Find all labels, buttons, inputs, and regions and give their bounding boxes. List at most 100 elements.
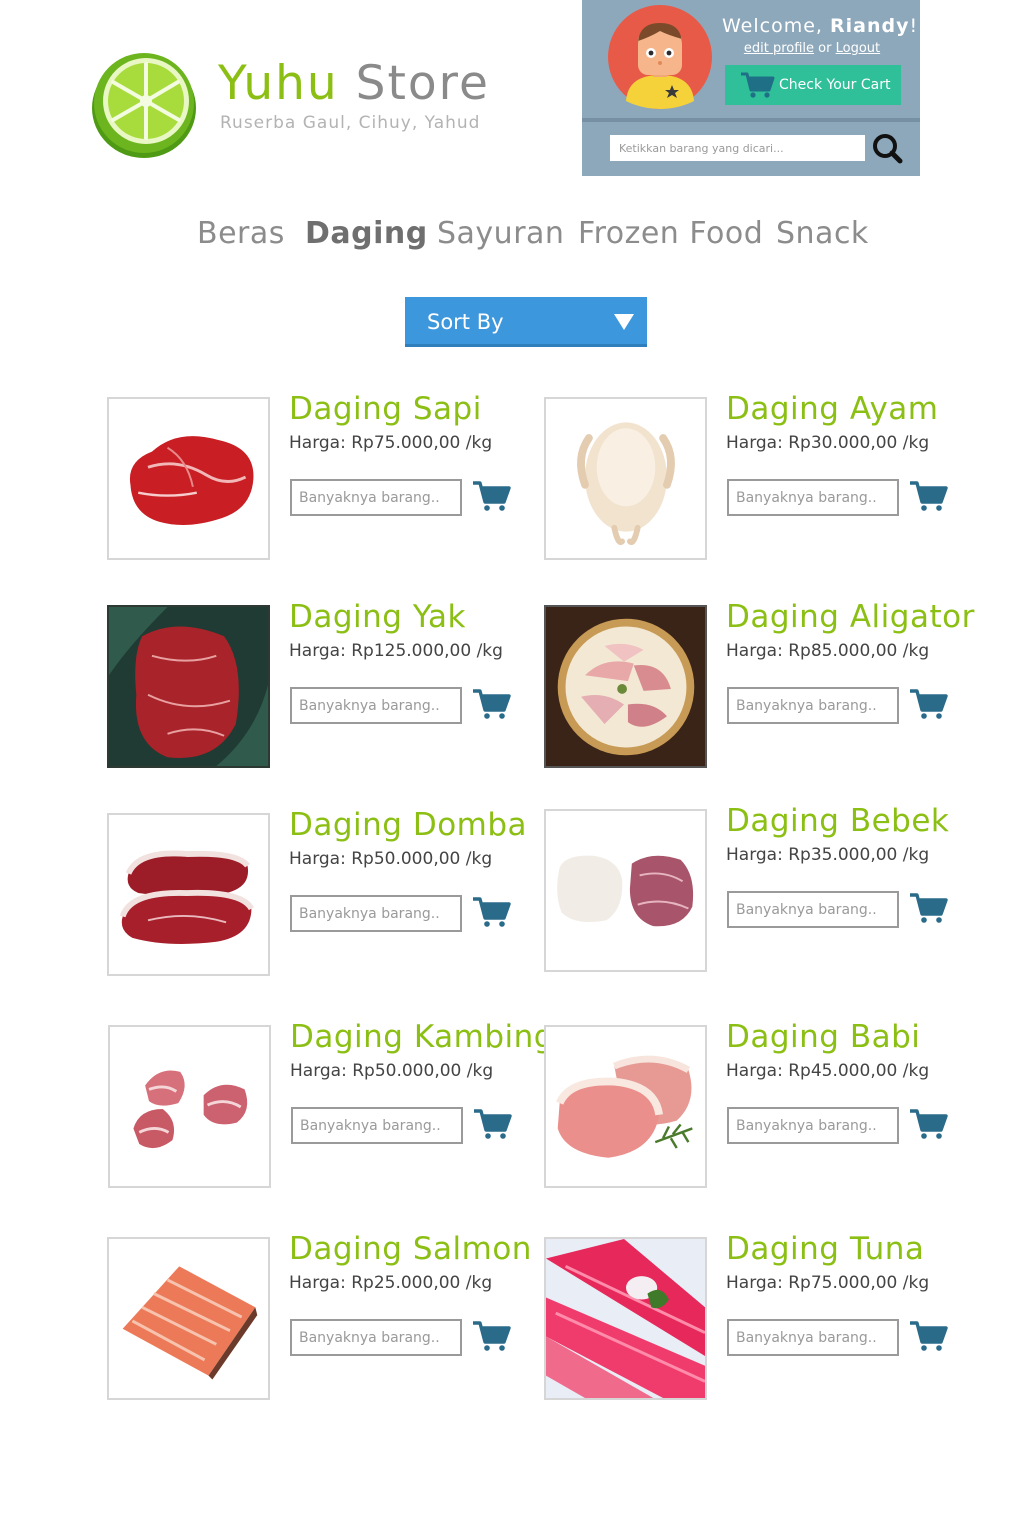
product-price: Harga: Rp30.000,00 /kg bbox=[726, 433, 930, 453]
lime-slice-icon[interactable] bbox=[88, 48, 200, 160]
store-name-part1: Yuhu bbox=[218, 56, 339, 111]
product-card: Daging Bebek Harga: Rp35.000,00 /kg bbox=[544, 803, 954, 979]
product-card: Daging Kambing Harga: Rp50.000,00 /kg bbox=[108, 1019, 553, 1195]
product-price: Harga: Rp45.000,00 /kg bbox=[726, 1061, 930, 1081]
beef-steak-image bbox=[129, 436, 254, 526]
add-to-cart-icon[interactable] bbox=[908, 1319, 948, 1353]
product-card: Daging Sapi Harga: Rp75.000,00 /kg bbox=[107, 391, 517, 567]
product-price: Harga: Rp25.000,00 /kg bbox=[289, 1273, 493, 1293]
product-image[interactable] bbox=[544, 1237, 707, 1400]
product-price: Harga: Rp75.000,00 /kg bbox=[289, 433, 493, 453]
welcome-message: Welcome, Riandy! bbox=[722, 15, 917, 37]
sort-label: Sort By bbox=[427, 310, 504, 334]
product-name[interactable]: Daging Babi bbox=[726, 1019, 920, 1055]
product-image[interactable] bbox=[107, 397, 270, 560]
add-to-cart-icon[interactable] bbox=[472, 1107, 512, 1141]
product-name[interactable]: Daging Domba bbox=[289, 807, 527, 843]
product-image[interactable] bbox=[544, 809, 707, 972]
product-card: Daging Babi Harga: Rp45.000,00 /kg bbox=[544, 1019, 954, 1195]
nav-item-frozen-food[interactable]: Frozen Food bbox=[578, 216, 763, 251]
logout-link[interactable]: Logout bbox=[836, 41, 881, 56]
goat-chunks-image bbox=[133, 1070, 248, 1149]
product-card: Daging Tuna Harga: Rp75.000,00 /kg bbox=[544, 1231, 954, 1407]
product-image[interactable] bbox=[107, 1237, 270, 1400]
product-card: Daging Salmon Harga: Rp25.000,00 /kg bbox=[107, 1231, 531, 1407]
nav-item-daging[interactable]: Daging bbox=[305, 216, 428, 251]
product-price: Harga: Rp50.000,00 /kg bbox=[289, 849, 493, 869]
store-name-part2: Store bbox=[355, 56, 490, 111]
product-name[interactable]: Daging Sapi bbox=[289, 391, 482, 427]
quantity-input[interactable] bbox=[290, 687, 462, 724]
panel-divider bbox=[582, 118, 920, 122]
product-name[interactable]: Daging Kambing bbox=[290, 1019, 554, 1055]
username: Riandy bbox=[830, 15, 910, 37]
quantity-input[interactable] bbox=[727, 1319, 899, 1356]
quantity-input[interactable] bbox=[727, 479, 899, 516]
product-name[interactable]: Daging Aligator bbox=[726, 599, 975, 635]
product-price: Harga: Rp35.000,00 /kg bbox=[726, 845, 930, 865]
store-name[interactable]: Yuhu Store bbox=[218, 60, 490, 107]
tuna-sashimi-image bbox=[546, 1239, 705, 1398]
or-text: or bbox=[814, 41, 836, 56]
sort-dropdown[interactable]: Sort By bbox=[405, 297, 647, 347]
add-to-cart-icon[interactable] bbox=[908, 1107, 948, 1141]
add-to-cart-icon[interactable] bbox=[908, 479, 948, 513]
add-to-cart-icon[interactable] bbox=[908, 687, 948, 721]
pork-chop-image bbox=[556, 1055, 693, 1158]
search-icon[interactable] bbox=[870, 131, 904, 165]
product-name[interactable]: Daging Salmon bbox=[289, 1231, 532, 1267]
product-image[interactable] bbox=[544, 605, 707, 768]
store-tagline: Ruserba Gaul, Cihuy, Yahud bbox=[220, 113, 481, 133]
profile-links: edit profile or Logout bbox=[722, 41, 902, 56]
whole-chicken-image bbox=[577, 422, 675, 545]
product-card: Daging Yak Harga: Rp125.000,00 /kg bbox=[107, 599, 517, 775]
add-to-cart-icon[interactable] bbox=[471, 479, 511, 513]
check-cart-button[interactable]: Check Your Cart bbox=[725, 65, 901, 105]
nav-item-beras[interactable]: Beras bbox=[197, 216, 285, 251]
yak-meat-image bbox=[109, 607, 268, 766]
product-name[interactable]: Daging Tuna bbox=[726, 1231, 924, 1267]
user-avatar-icon[interactable] bbox=[608, 5, 712, 109]
product-name[interactable]: Daging Bebek bbox=[726, 803, 949, 839]
product-image[interactable] bbox=[544, 397, 707, 560]
product-name[interactable]: Daging Yak bbox=[289, 599, 466, 635]
product-price: Harga: Rp75.000,00 /kg bbox=[726, 1273, 930, 1293]
user-panel: Welcome, Riandy! edit profile or Logout … bbox=[582, 0, 920, 176]
quantity-input[interactable] bbox=[727, 891, 899, 928]
add-to-cart-icon[interactable] bbox=[471, 895, 511, 929]
quantity-input[interactable] bbox=[291, 1107, 463, 1144]
welcome-prefix: Welcome, bbox=[722, 15, 830, 37]
quantity-input[interactable] bbox=[290, 895, 462, 932]
quantity-input[interactable] bbox=[290, 1319, 462, 1356]
product-card: Daging Aligator Harga: Rp85.000,00 /kg bbox=[544, 599, 974, 775]
quantity-input[interactable] bbox=[290, 479, 462, 516]
check-cart-label: Check Your Cart bbox=[779, 77, 891, 93]
caret-down-icon bbox=[614, 314, 634, 330]
category-nav: Beras Daging Sayuran Frozen Food Snack bbox=[0, 216, 1020, 256]
nav-item-snack[interactable]: Snack bbox=[776, 216, 869, 251]
add-to-cart-icon[interactable] bbox=[471, 1319, 511, 1353]
quantity-input[interactable] bbox=[727, 687, 899, 724]
lamb-steak-image bbox=[119, 850, 254, 945]
product-price: Harga: Rp125.000,00 /kg bbox=[289, 641, 503, 661]
nav-item-sayuran[interactable]: Sayuran bbox=[437, 216, 564, 251]
add-to-cart-icon[interactable] bbox=[471, 687, 511, 721]
product-card: Daging Ayam Harga: Rp30.000,00 /kg bbox=[544, 391, 954, 567]
product-image[interactable] bbox=[107, 605, 270, 768]
shopping-cart-icon bbox=[741, 72, 775, 98]
duck-meat-image bbox=[557, 855, 694, 927]
edit-profile-link[interactable]: edit profile bbox=[744, 41, 814, 56]
product-price: Harga: Rp85.000,00 /kg bbox=[726, 641, 930, 661]
product-name[interactable]: Daging Ayam bbox=[726, 391, 938, 427]
salmon-fillet-image bbox=[122, 1266, 258, 1380]
alligator-plate-image bbox=[546, 607, 705, 766]
product-image[interactable] bbox=[108, 1025, 271, 1188]
search-input[interactable] bbox=[610, 135, 865, 161]
product-price: Harga: Rp50.000,00 /kg bbox=[290, 1061, 494, 1081]
product-image[interactable] bbox=[544, 1025, 707, 1188]
product-image[interactable] bbox=[107, 813, 270, 976]
quantity-input[interactable] bbox=[727, 1107, 899, 1144]
welcome-suffix: ! bbox=[909, 15, 919, 37]
add-to-cart-icon[interactable] bbox=[908, 891, 948, 925]
product-card: Daging Domba Harga: Rp50.000,00 /kg bbox=[107, 807, 527, 983]
